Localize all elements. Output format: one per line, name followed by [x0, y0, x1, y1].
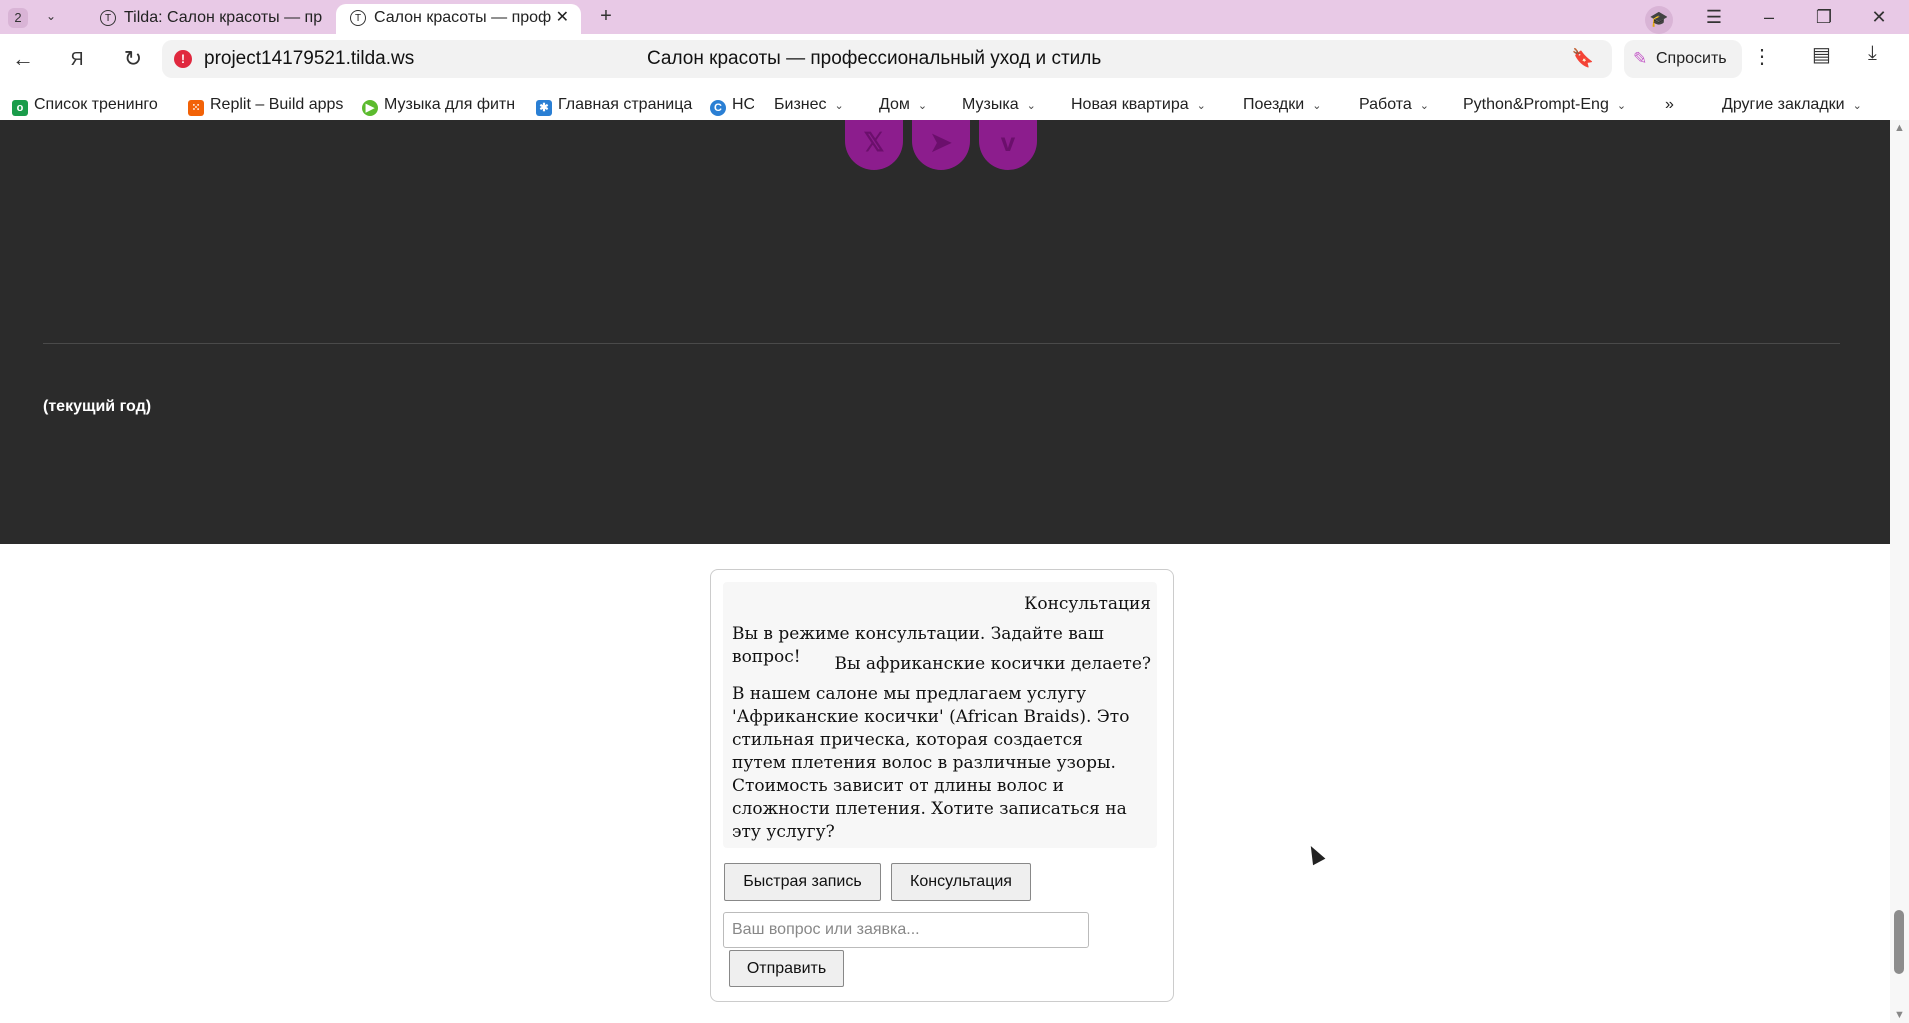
back-arrow-icon[interactable]: ←	[8, 44, 38, 74]
vimeo-icon[interactable]: v	[979, 120, 1037, 170]
ask-label: Спросить	[1656, 50, 1727, 67]
close-window-icon[interactable]: ✕	[1864, 4, 1894, 30]
chevron-down-icon: ⌄	[1026, 100, 1036, 112]
bookmark-item[interactable]: ✱ Главная страница	[536, 92, 694, 118]
bookmark-item[interactable]: C НС	[710, 92, 754, 118]
bookmark-label: Бизнес	[774, 96, 827, 113]
bookmark-folder[interactable]: Музыка ⌄	[962, 92, 1036, 119]
chat-message-bot: В нашем салоне мы предлагаем услугу 'Афр…	[732, 684, 1130, 842]
chat-message-user: Консультация	[1024, 594, 1151, 614]
bookmark-item[interactable]: ⁙ Replit – Build apps	[188, 92, 346, 118]
chat-input[interactable]: Ваш вопрос или заявка...	[723, 912, 1089, 948]
chevron-down-icon: ⌄	[834, 100, 844, 112]
chat-message-user: Вы африканские косички делаете?	[834, 654, 1151, 674]
bookmark-label: Работа	[1359, 96, 1412, 113]
more-vertical-icon[interactable]: ⋮	[1752, 44, 1772, 69]
site-footer: 𝕏 ➤ v (текущий год)	[0, 120, 1890, 544]
profile-avatar-icon[interactable]: 🎓	[1645, 6, 1673, 34]
scroll-up-icon[interactable]: ▲	[1894, 122, 1905, 134]
page-title: Салон красоты — профессиональный уход и …	[647, 48, 1102, 69]
bookmark-folder[interactable]: Бизнес ⌄	[774, 92, 844, 119]
tilda-favicon-icon: T	[350, 9, 366, 26]
collections-icon[interactable]: ▤	[1812, 42, 1831, 67]
bookmark-label: Другие закладки	[1722, 96, 1845, 113]
minimize-icon[interactable]: –	[1754, 4, 1784, 30]
bookmark-folder[interactable]: Работа ⌄	[1359, 92, 1429, 119]
bookmark-item[interactable]: ▶ Музыка для фитн	[362, 92, 520, 118]
download-icon[interactable]: ⤓	[1868, 42, 1877, 65]
consultation-button[interactable]: Консультация	[891, 863, 1031, 901]
chevron-down-icon: ⌄	[917, 100, 928, 112]
reload-icon[interactable]: ↻	[118, 44, 148, 74]
omnibox[interactable]: ! project14179521.tilda.ws Салон красоты…	[162, 40, 1612, 78]
send-button[interactable]: Отправить	[729, 950, 844, 987]
x-icon[interactable]: 𝕏	[845, 120, 903, 170]
ai-sparkle-icon: ✎	[1633, 49, 1648, 68]
chevron-down-icon[interactable]: ⌄	[46, 9, 56, 23]
tab-count-badge[interactable]: 2	[8, 8, 28, 28]
bookmark-label: Replit – Build apps	[210, 96, 344, 113]
bookmark-label: Новая квартира	[1071, 96, 1189, 113]
chevron-down-icon: ⌄	[1419, 100, 1430, 112]
chevron-down-icon: ⌄	[1196, 100, 1206, 112]
bookmark-folder[interactable]: Новая квартира ⌄	[1071, 92, 1206, 119]
url-text: project14179521.tilda.ws	[204, 48, 415, 69]
security-warning-icon[interactable]: !	[174, 50, 192, 68]
bookmark-label: Главная страница	[558, 96, 693, 113]
bookmark-icon[interactable]: 🔖	[1572, 48, 1594, 69]
chat-widget: Консультация Вы в режиме консультации. З…	[710, 569, 1174, 1002]
bookmark-label: Список тренинго	[34, 96, 158, 113]
site-favicon-icon: C	[710, 100, 726, 116]
bookmark-label: Музыка	[962, 96, 1019, 113]
bookmark-favicon-icon: o	[12, 100, 28, 116]
bookmark-folder[interactable]: Дом ⌄	[879, 92, 927, 119]
tab-title: Tilda: Салон красоты — пр	[124, 9, 323, 26]
tab-tilda-editor[interactable]: T Tilda: Салон красоты — пр	[100, 4, 335, 34]
browser-tab-bar: 2 ⌄ T Tilda: Салон красоты — пр T Салон кр…	[0, 0, 1909, 34]
chevron-down-icon: ⌄	[1312, 100, 1322, 112]
plus-icon[interactable]: +	[594, 4, 618, 28]
chat-log: Консультация Вы в режиме консультации. З…	[723, 582, 1157, 848]
copyright-year: (текущий год)	[43, 398, 152, 415]
site-favicon-icon: ✱	[536, 100, 552, 116]
yandex-logo-icon[interactable]: Я	[62, 44, 92, 74]
play-icon: ▶	[362, 100, 378, 116]
tab-salon-active[interactable]: T Салон красоты — проф ✕	[336, 4, 581, 34]
bookmark-label: Музыка для фитн	[384, 96, 516, 113]
bookmark-folder[interactable]: Python&Prompt-Eng ⌄	[1463, 92, 1626, 119]
overflow-label: »	[1665, 96, 1674, 113]
bookmarks-overflow-button[interactable]: »	[1665, 92, 1674, 118]
scroll-down-icon[interactable]: ▼	[1894, 1009, 1905, 1021]
bookmark-folder[interactable]: Поездки ⌄	[1243, 92, 1321, 119]
scrollbar-thumb[interactable]	[1894, 910, 1904, 974]
mouse-cursor-icon	[1304, 842, 1326, 866]
chevron-down-icon: ⌄	[1616, 100, 1627, 112]
bookmark-label: Python&Prompt-Eng	[1463, 96, 1609, 113]
bookmark-label: Поездки	[1243, 96, 1305, 113]
quick-booking-button[interactable]: Быстрая запись	[724, 863, 881, 901]
other-bookmarks-folder[interactable]: Другие закладки ⌄	[1722, 92, 1862, 119]
chevron-down-icon: ⌄	[1852, 100, 1862, 112]
bookmark-label: НС	[732, 96, 754, 113]
ask-ai-button[interactable]: ✎ Спросить	[1624, 40, 1742, 78]
tilda-favicon-icon: T	[100, 9, 116, 26]
footer-divider	[43, 343, 1840, 344]
close-tab-icon[interactable]: ✕	[556, 4, 569, 32]
menu-icon[interactable]: ☰	[1699, 4, 1729, 30]
bookmark-label: Дом	[879, 96, 910, 113]
telegram-icon[interactable]: ➤	[912, 120, 970, 170]
bookmark-item[interactable]: o Список тренинго	[12, 92, 172, 118]
restore-icon[interactable]: ❐	[1809, 4, 1839, 30]
address-toolbar: ← Я ↻ ! project14179521.tilda.ws Салон к…	[0, 34, 1909, 97]
page-scrollbar[interactable]: ▲ ▼	[1890, 120, 1909, 1023]
tab-title: Салон красоты — проф	[374, 9, 552, 26]
replit-icon: ⁙	[188, 100, 204, 116]
bookmarks-bar: o Список тренинго ⁙ Replit – Build apps ▶ М…	[0, 92, 1909, 120]
